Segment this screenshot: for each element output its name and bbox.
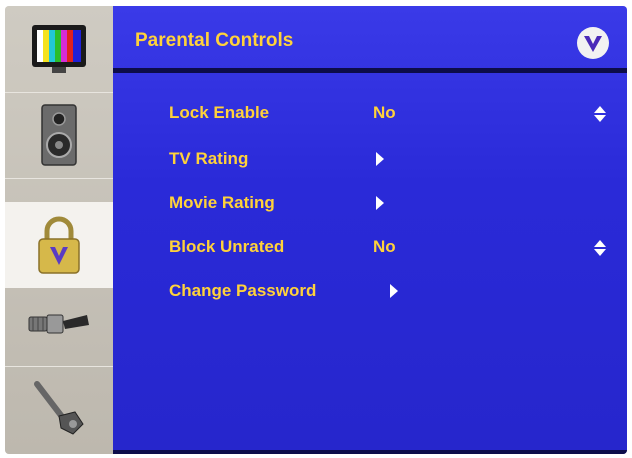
sidebar-item-audio[interactable] [5,92,113,179]
up-down-arrow-icon[interactable] [593,105,607,123]
v-logo-icon [584,36,602,52]
menu-item-block-unrated[interactable]: Block Unrated No [169,234,619,260]
submenu-arrow-icon [376,196,384,210]
submenu-arrow-icon [390,284,398,298]
tool-icon [34,381,84,435]
padlock-icon [38,216,80,274]
submenu-arrow-icon [376,152,384,166]
menu-item-label: Lock Enable [169,103,270,122]
up-down-arrow-icon[interactable] [593,239,607,257]
menu-item-change-password[interactable]: Change Password [169,278,619,304]
page-title: Parental Controls [135,30,294,51]
speaker-icon [41,104,77,166]
menu-header: Parental Controls [113,6,627,68]
sidebar [5,6,113,454]
sidebar-item-picture[interactable] [5,6,113,93]
sidebar-item-parental[interactable] [5,202,113,288]
sidebar-item-setup[interactable] [5,280,113,367]
sidebar-item-advanced[interactable] [5,366,113,452]
menu-item-label: Movie Rating [169,193,275,212]
menu-item-lock-enable[interactable]: Lock Enable No [169,100,619,126]
menu-item-value: No [373,237,396,256]
cable-connector-icon [28,314,89,334]
menu-item-movie-rating[interactable]: Movie Rating [169,190,619,216]
menu-panel: Parental Controls Lock Enable No TV Rati… [113,6,627,454]
menu-item-value: No [373,103,396,122]
footer-divider [113,450,627,454]
menu-item-label: Block Unrated [169,237,285,256]
vizio-v-logo [577,27,609,59]
menu-item-tv-rating[interactable]: TV Rating [169,146,619,172]
tv-color-bars-icon [32,25,86,73]
header-divider [113,68,627,73]
osd-window: Parental Controls Lock Enable No TV Rati… [5,6,627,454]
menu-item-label: TV Rating [169,149,249,168]
menu-item-label: Change Password [169,281,317,300]
